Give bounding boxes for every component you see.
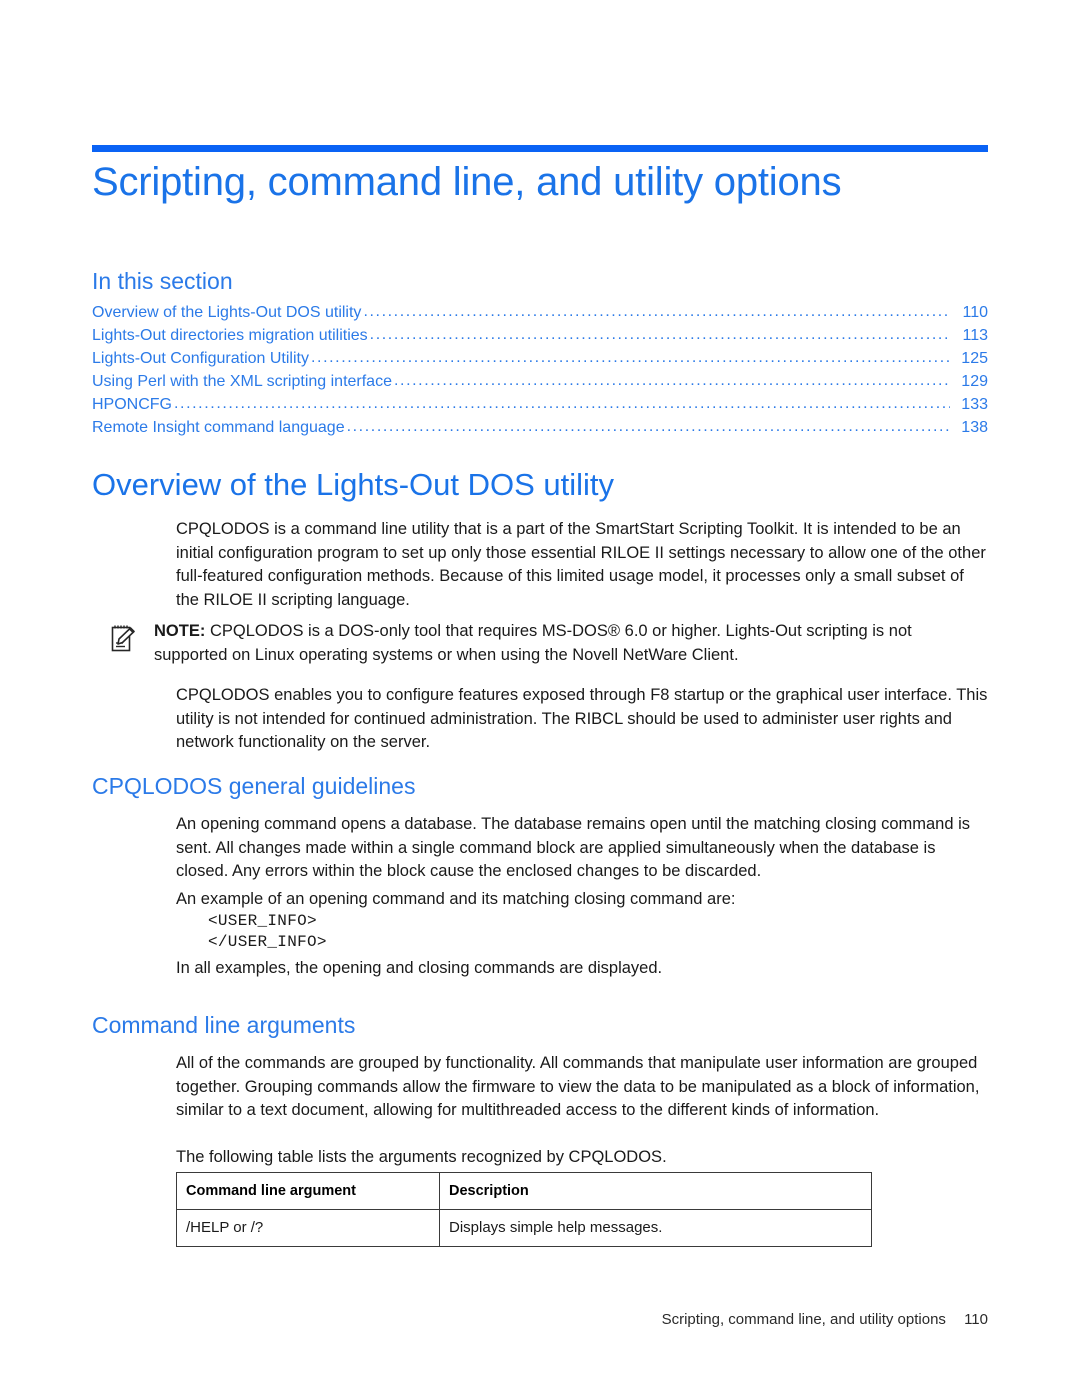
table-header-row: Command line argument Description — [176, 1172, 872, 1210]
note-text-wrapper: NOTE: CPQLODOS is a DOS-only tool that r… — [154, 620, 988, 667]
guidelines-paragraph-2: An example of an opening command and its… — [176, 890, 736, 908]
code-line-user-info-close: </USER_INFO> — [208, 933, 327, 951]
table-row: /HELP or /? Displays simple help message… — [176, 1209, 872, 1247]
toc-entry-page: 125 — [961, 350, 988, 367]
arguments-paragraph-2: The following table lists the arguments … — [176, 1148, 667, 1166]
overview-paragraph-1: CPQLODOS is a command line utility that … — [176, 520, 986, 609]
title-divider-rule — [92, 145, 988, 152]
toc-leader-dots: ........................................… — [363, 303, 950, 320]
note-callout: NOTE: CPQLODOS is a DOS-only tool that r… — [110, 620, 988, 667]
table-cell-argument: /HELP or /? — [176, 1209, 440, 1247]
toc-entry-label: Remote Insight command language — [92, 419, 345, 436]
toc-entry-overview[interactable]: Overview of the Lights-Out DOS utility .… — [92, 301, 988, 324]
note-body: CPQLODOS is a DOS-only tool that require… — [154, 622, 912, 664]
heading-overview-lights-out-dos-utility: Overview of the Lights-Out DOS utility — [92, 467, 615, 502]
toc-entry-label: Lights-Out directories migration utiliti… — [92, 327, 368, 344]
arguments-paragraph-1: All of the commands are grouped by funct… — [176, 1054, 980, 1119]
footer-chapter-label: Scripting, command line, and utility opt… — [661, 1311, 946, 1328]
guidelines-paragraph-3: In all examples, the opening and closing… — [176, 959, 663, 977]
heading-cpqlodos-general-guidelines: CPQLODOS general guidelines — [92, 773, 416, 799]
toc-entry-remote-insight[interactable]: Remote Insight command language ........… — [92, 416, 988, 439]
toc-entry-page: 133 — [961, 396, 988, 413]
toc-entry-label: Overview of the Lights-Out DOS utility — [92, 304, 362, 321]
heading-command-line-arguments: Command line arguments — [92, 1012, 356, 1038]
note-label: NOTE: — [154, 622, 206, 640]
command-line-arguments-table: Command line argument Description /HELP … — [176, 1172, 872, 1247]
page-title: Scripting, command line, and utility opt… — [92, 160, 842, 204]
toc-entry-hponcfg[interactable]: HPONCFG ................................… — [92, 393, 988, 416]
toc-entry-page: 113 — [962, 327, 988, 344]
overview-paragraph-2: CPQLODOS enables you to configure featur… — [176, 686, 988, 751]
toc-entry-perl-xml[interactable]: Using Perl with the XML scripting interf… — [92, 370, 988, 393]
toc-leader-dots: ........................................… — [369, 326, 950, 343]
toc-entry-configuration-utility[interactable]: Lights-Out Configuration Utility .......… — [92, 347, 988, 370]
toc-entry-label: HPONCFG — [92, 396, 172, 413]
in-this-section-block: In this section Overview of the Lights-O… — [92, 266, 988, 439]
document-page: Scripting, command line, and utility opt… — [0, 0, 1080, 1397]
footer-page-number: 110 — [964, 1311, 988, 1328]
toc-leader-dots: ........................................… — [174, 395, 950, 412]
page-footer: Scripting, command line, and utility opt… — [92, 1310, 988, 1330]
toc-entry-page: 129 — [961, 373, 988, 390]
note-pencil-icon — [110, 623, 138, 653]
toc-entry-page: 110 — [962, 304, 988, 321]
toc-entry-label: Lights-Out Configuration Utility — [92, 350, 309, 367]
table-cell-description: Displays simple help messages. — [439, 1209, 872, 1247]
toc-entry-directories-migration[interactable]: Lights-Out directories migration utiliti… — [92, 324, 988, 347]
guidelines-paragraph-1: An opening command opens a database. The… — [176, 815, 971, 880]
code-line-user-info-open: <USER_INFO> — [208, 912, 317, 930]
toc-leader-dots: ........................................… — [346, 418, 950, 435]
toc-entry-label: Using Perl with the XML scripting interf… — [92, 373, 392, 390]
toc-heading: In this section — [92, 268, 233, 294]
table-header-command-line-argument: Command line argument — [176, 1172, 440, 1210]
table-header-description: Description — [439, 1172, 872, 1210]
toc-leader-dots: ........................................… — [310, 349, 950, 366]
toc-entry-page: 138 — [961, 419, 988, 436]
toc-leader-dots: ........................................… — [393, 372, 950, 389]
